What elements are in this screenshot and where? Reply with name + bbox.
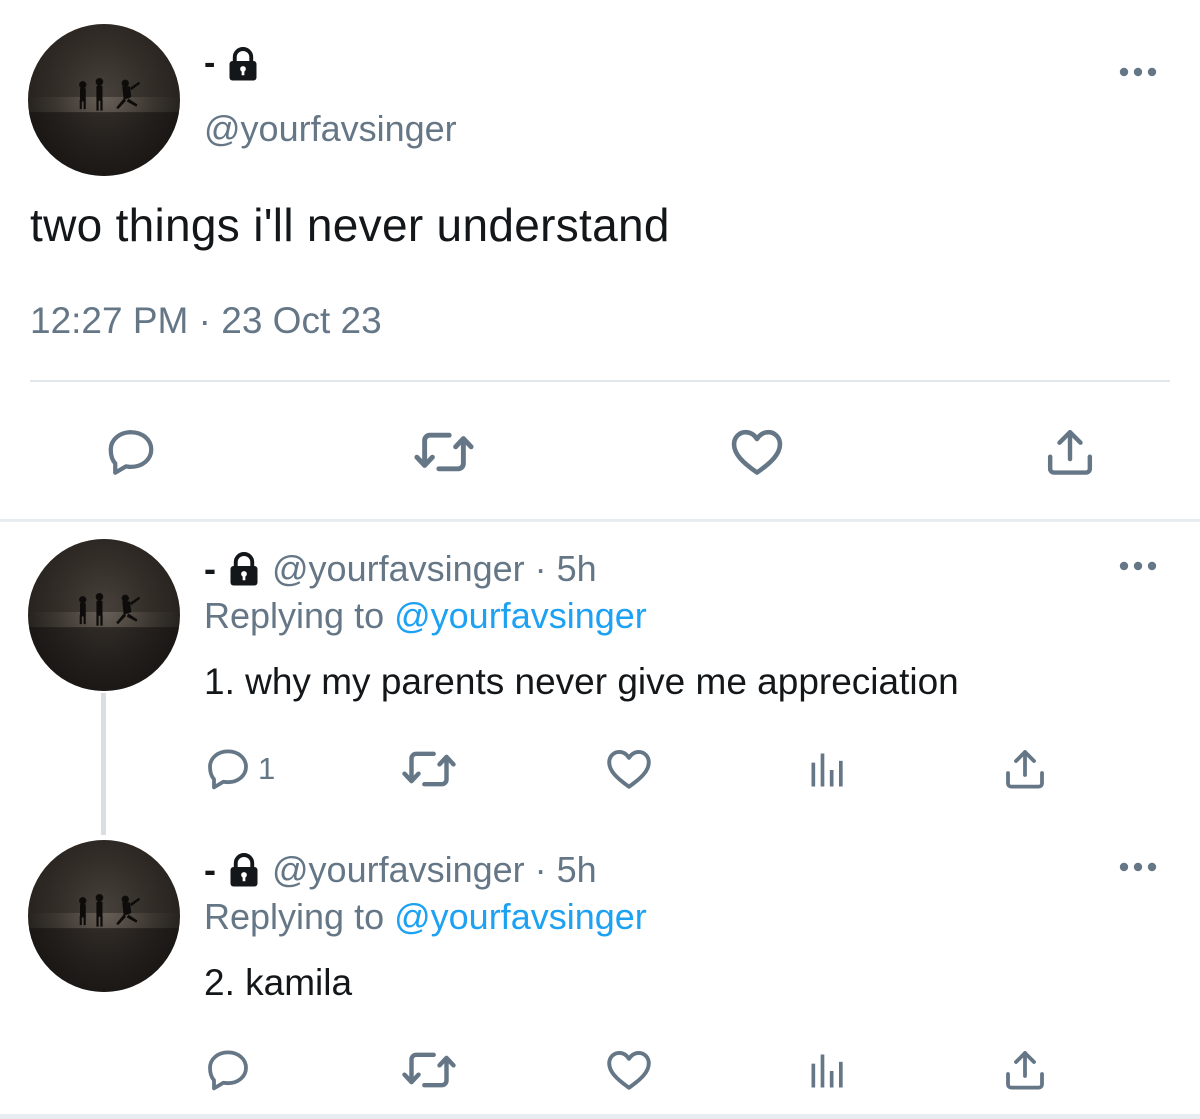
reply-header[interactable]: - @yourfavsinger · 5h — [204, 849, 597, 891]
replying-prefix: Replying to — [204, 896, 395, 937]
divider — [0, 519, 1200, 522]
display-name-text: - — [204, 849, 216, 890]
share-icon[interactable] — [1042, 424, 1098, 480]
reply-icon[interactable] — [204, 1046, 252, 1094]
like-icon[interactable] — [604, 1045, 654, 1095]
more-icon — [1118, 861, 1158, 873]
more-options-button[interactable] — [1118, 560, 1158, 572]
handle-time: @yourfavsinger · 5h — [272, 548, 597, 589]
replying-handle-link[interactable]: @yourfavsinger — [394, 896, 647, 937]
replying-to: Replying to @yourfavsinger — [204, 595, 647, 637]
avatar-photo — [28, 539, 180, 691]
retweet-icon[interactable] — [401, 741, 457, 797]
more-icon — [1118, 560, 1158, 572]
reply-text: 1. why my parents never give me apprecia… — [204, 661, 959, 702]
more-options-button[interactable] — [1118, 66, 1158, 78]
like-icon[interactable] — [604, 744, 654, 794]
reply-text: 2. kamila — [204, 962, 353, 1003]
thread-connector — [101, 693, 106, 835]
analytics-icon[interactable] — [806, 748, 850, 792]
avatar-photo — [28, 24, 180, 176]
tweet-timestamp[interactable]: 12:27 PM · 23 Oct 23 — [30, 300, 382, 342]
reply-icon[interactable] — [104, 425, 158, 479]
more-options-button[interactable] — [1118, 861, 1158, 873]
share-icon[interactable] — [1001, 745, 1049, 793]
avatar[interactable] — [28, 539, 180, 691]
reply-icon[interactable] — [204, 745, 252, 793]
like-icon[interactable] — [728, 423, 786, 481]
lock-icon — [226, 551, 262, 587]
retweet-icon[interactable] — [413, 421, 475, 483]
avatar[interactable] — [28, 840, 180, 992]
tweet-text: two things i'll never understand — [30, 199, 670, 251]
lock-icon — [226, 852, 262, 888]
display-name-text: - — [204, 44, 216, 82]
avatar[interactable] — [28, 24, 180, 176]
reply-count: 1 — [258, 751, 276, 786]
replying-prefix: Replying to — [204, 595, 395, 636]
share-icon[interactable] — [1001, 1046, 1049, 1094]
replying-to: Replying to @yourfavsinger — [204, 896, 647, 938]
handle-time: @yourfavsinger · 5h — [272, 849, 597, 890]
divider — [30, 380, 1170, 382]
display-name-text: - — [204, 548, 216, 589]
more-icon — [1118, 66, 1158, 78]
display-name[interactable]: - — [204, 44, 261, 83]
reply-header[interactable]: - @yourfavsinger · 5h — [204, 548, 597, 590]
retweet-icon[interactable] — [401, 1042, 457, 1098]
analytics-icon[interactable] — [806, 1049, 850, 1093]
avatar-photo — [28, 840, 180, 992]
lock-icon — [225, 46, 261, 82]
divider — [0, 1114, 1200, 1119]
handle[interactable]: @yourfavsinger — [204, 108, 457, 150]
replying-handle-link[interactable]: @yourfavsinger — [394, 595, 647, 636]
